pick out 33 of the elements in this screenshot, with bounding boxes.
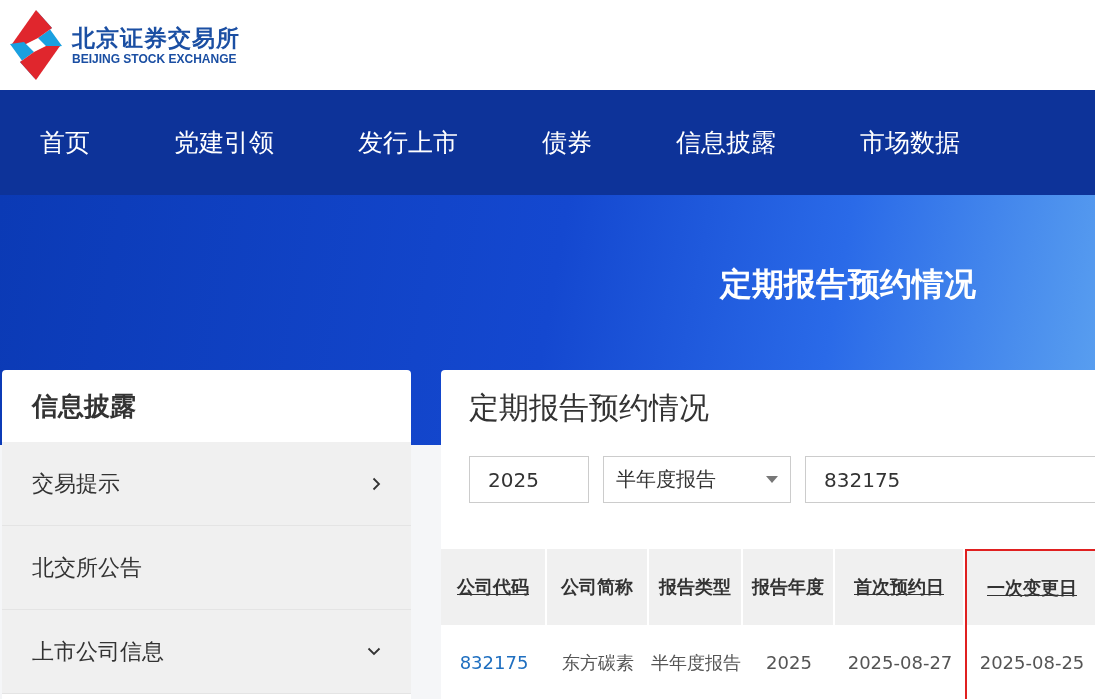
year-field[interactable]: 2025 bbox=[469, 456, 589, 503]
nav-item[interactable]: 债券 bbox=[542, 126, 592, 159]
table-cell: 东方碳素 bbox=[562, 651, 634, 673]
chevron-right-icon bbox=[372, 476, 381, 491]
table-cell: 2025-08-27 bbox=[847, 652, 953, 673]
sidebar-item[interactable]: 交易提示 bbox=[2, 442, 411, 526]
nav-item[interactable]: 市场数据 bbox=[860, 126, 960, 159]
column-header[interactable]: 首次预约日 bbox=[854, 576, 944, 597]
code-field[interactable]: 832175 bbox=[805, 456, 1095, 503]
logo-name: 北京证券交易所 bbox=[72, 24, 240, 52]
caret-icon bbox=[766, 476, 778, 483]
banner-title: 定期报告预约情况 bbox=[720, 264, 976, 305]
chevron-down-icon bbox=[367, 647, 381, 656]
nav-item[interactable]: 发行上市 bbox=[358, 126, 458, 159]
report-type-dropdown[interactable]: 半年度报告 bbox=[603, 456, 791, 503]
sidebar-item[interactable]: 北交所公告 bbox=[2, 526, 411, 610]
table-cell: 半年度报告 bbox=[651, 651, 741, 673]
logo-name-en: BEIJING STOCK EXCHANGE bbox=[72, 52, 238, 66]
sidebar-item[interactable]: 上市公司信息 bbox=[2, 610, 411, 694]
column-header: 报告年度 bbox=[752, 576, 824, 597]
nav-item[interactable]: 信息披露 bbox=[676, 126, 776, 159]
company-code-link[interactable]: 832175 bbox=[459, 652, 529, 673]
nav-item[interactable]: 首页 bbox=[40, 126, 90, 159]
page-title: 定期报告预约情况 bbox=[469, 388, 710, 427]
table-cell: 2025-08-25 bbox=[979, 651, 1085, 673]
column-header: 报告类型 bbox=[659, 576, 731, 597]
sidebar-title: 信息披露 bbox=[30, 389, 137, 423]
column-header: 公司简称 bbox=[561, 576, 633, 597]
nav-item[interactable]: 党建引领 bbox=[174, 126, 274, 159]
table-cell: 2025 bbox=[766, 652, 812, 673]
logo-icon bbox=[8, 8, 64, 82]
column-header[interactable]: 公司代码 bbox=[457, 576, 529, 597]
column-header[interactable]: 一次变更日 bbox=[987, 577, 1077, 598]
